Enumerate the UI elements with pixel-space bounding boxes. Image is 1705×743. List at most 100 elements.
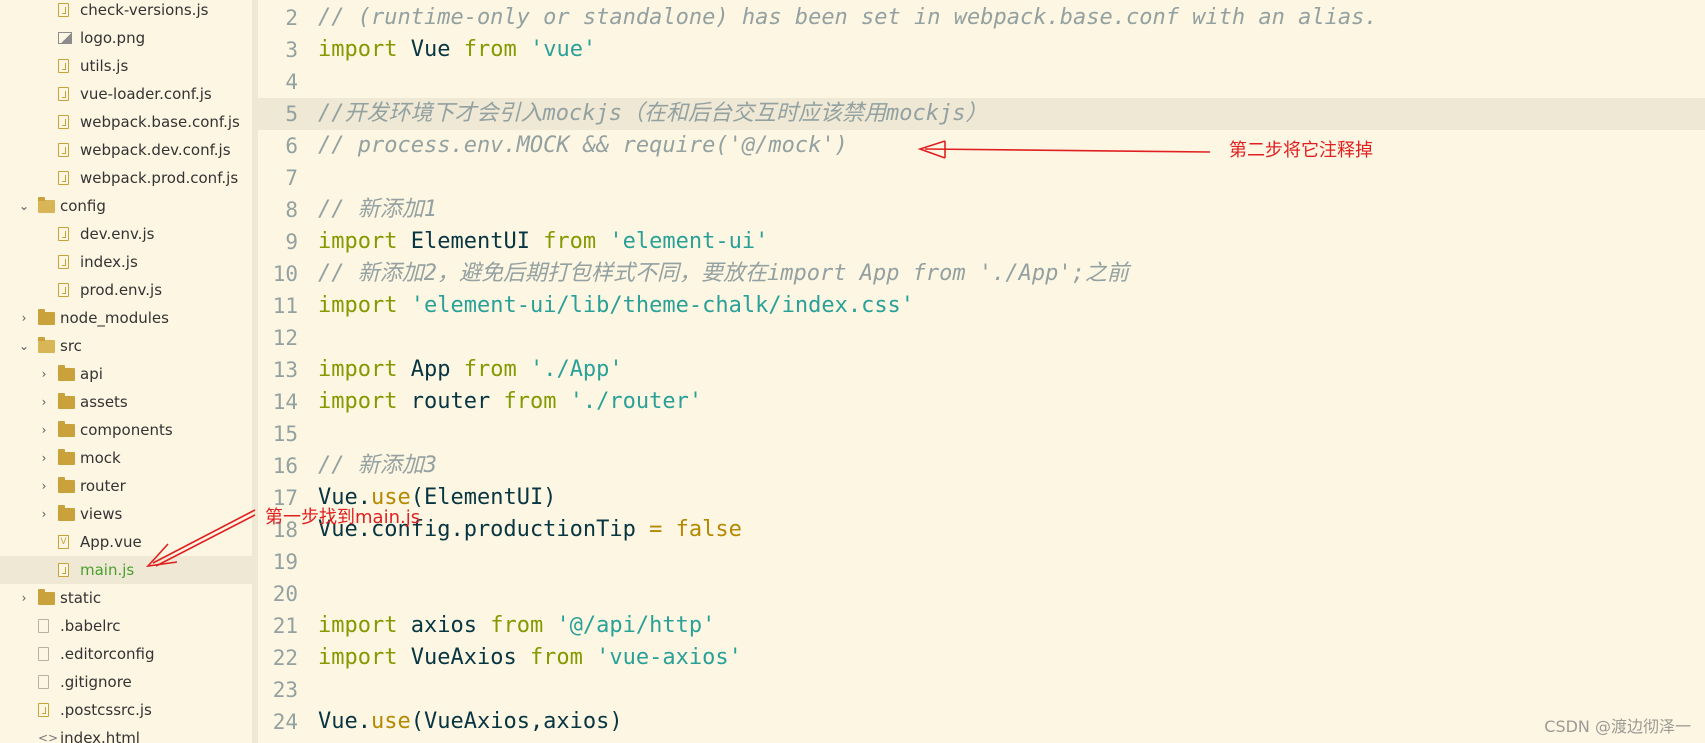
chevron-down-icon[interactable]: ⌄	[18, 192, 30, 220]
line-number: 15	[272, 422, 298, 446]
chevron-right-icon[interactable]: ›	[18, 584, 30, 612]
code-line-3[interactable]: 3 import Vue from 'vue'	[258, 34, 1705, 66]
code-text: // 新添加1	[318, 197, 437, 222]
tree-item-babelrc[interactable]: .babelrc	[0, 612, 252, 640]
js-file-icon	[58, 283, 69, 297]
code-line-24[interactable]: 24 Vue.use(VueAxios,axios)	[258, 706, 1705, 738]
code-line-10[interactable]: 10 // 新添加2，避免后期打包样式不同，要放在import App from …	[258, 258, 1705, 290]
tree-item-label: webpack.base.conf.js	[80, 113, 240, 131]
tree-item-postcssrc-js[interactable]: .postcssrc.js	[0, 696, 252, 724]
tree-item-node-modules[interactable]: › node_modules	[0, 304, 252, 332]
js-file-icon	[58, 59, 69, 73]
code-line-14[interactable]: 14 import router from './router'	[258, 386, 1705, 418]
code-line-20[interactable]: 20	[258, 578, 1705, 610]
js-file-icon	[58, 143, 69, 157]
code-line-4[interactable]: 4	[258, 66, 1705, 98]
tree-item-label: webpack.prod.conf.js	[80, 169, 239, 187]
tree-item-logo-png[interactable]: logo.png	[0, 24, 252, 52]
line-number: 23	[272, 678, 298, 702]
code-editor[interactable]: 2 // (runtime-only or standalone) has bee…	[258, 0, 1705, 743]
code-line-9[interactable]: 9 import ElementUI from 'element-ui'	[258, 226, 1705, 258]
code-line-8[interactable]: 8 // 新添加1	[258, 194, 1705, 226]
code-line-6[interactable]: 6 // process.env.MOCK && require('@/mock'…	[258, 130, 1705, 162]
tree-item-webpack-prod-conf-js[interactable]: webpack.prod.conf.js	[0, 164, 252, 192]
tree-item-label: .babelrc	[60, 617, 121, 635]
chevron-right-icon[interactable]: ›	[38, 500, 50, 528]
tree-item-webpack-base-conf-js[interactable]: webpack.base.conf.js	[0, 108, 252, 136]
chevron-right-icon[interactable]: ›	[38, 388, 50, 416]
code-line-15[interactable]: 15	[258, 418, 1705, 450]
code-text: // process.env.MOCK && require('@/mock')	[318, 133, 848, 158]
tree-item-label: .postcssrc.js	[60, 701, 152, 719]
chevron-right-icon[interactable]: ›	[38, 416, 50, 444]
tree-item-main-js[interactable]: main.js	[0, 556, 252, 584]
code-text: import router from './router'	[318, 389, 703, 414]
code-line-12[interactable]: 12	[258, 322, 1705, 354]
tree-item-index-js[interactable]: index.js	[0, 248, 252, 276]
tree-item-prod-env-js[interactable]: prod.env.js	[0, 276, 252, 304]
tree-item-label: components	[80, 421, 173, 439]
tree-item-label: assets	[80, 393, 128, 411]
tree-item-components[interactable]: › components	[0, 416, 252, 444]
tree-item-router[interactable]: › router	[0, 472, 252, 500]
code-line-19[interactable]: 19	[258, 546, 1705, 578]
line-number: 21	[272, 614, 298, 638]
tree-item-mock[interactable]: › mock	[0, 444, 252, 472]
js-file-icon	[58, 227, 69, 241]
chevron-right-icon[interactable]: ›	[38, 444, 50, 472]
tree-item-app-vue[interactable]: V App.vue	[0, 528, 252, 556]
code-line-7[interactable]: 7	[258, 162, 1705, 194]
code-line-13[interactable]: 13 import App from './App'	[258, 354, 1705, 386]
tree-item-check-versions-js[interactable]: check-versions.js	[0, 0, 252, 24]
folder-icon	[58, 477, 75, 493]
tree-item-index-html[interactable]: <> index.html	[0, 724, 252, 743]
tree-item-config[interactable]: ⌄ config	[0, 192, 252, 220]
tree-item-editorconfig[interactable]: .editorconfig	[0, 640, 252, 668]
tree-item-utils-js[interactable]: utils.js	[0, 52, 252, 80]
tree-item-api[interactable]: › api	[0, 360, 252, 388]
folder-icon	[58, 421, 75, 437]
js-file-icon	[58, 171, 69, 185]
js-file-icon	[58, 255, 69, 269]
tree-item-vue-loader-conf-js[interactable]: vue-loader.conf.js	[0, 80, 252, 108]
line-number: 2	[285, 6, 298, 30]
code-text: Vue.use(VueAxios,axios)	[318, 709, 623, 734]
code-line-18[interactable]: 18 Vue.config.productionTip = false	[258, 514, 1705, 546]
line-number: 4	[285, 70, 298, 94]
tree-item-label: webpack.dev.conf.js	[80, 141, 231, 159]
chevron-right-icon[interactable]: ›	[18, 304, 30, 332]
tree-item-gitignore[interactable]: .gitignore	[0, 668, 252, 696]
code-line-5[interactable]: 5 //开发环境下才会引入mockjs（在和后台交互时应该禁用mockjs）	[258, 98, 1705, 130]
code-line-11[interactable]: 11 import 'element-ui/lib/theme-chalk/ind…	[258, 290, 1705, 322]
folder-icon	[58, 393, 75, 409]
tree-item-label: utils.js	[80, 57, 129, 75]
code-line-17[interactable]: 17 Vue.use(ElementUI)	[258, 482, 1705, 514]
code-line-2[interactable]: 2 // (runtime-only or standalone) has bee…	[258, 2, 1705, 34]
html-file-icon: <>	[38, 731, 59, 743]
tree-item-views[interactable]: › views	[0, 500, 252, 528]
chevron-right-icon[interactable]: ›	[38, 472, 50, 500]
folder-icon	[38, 309, 55, 325]
tree-item-label: main.js	[80, 561, 135, 579]
code-line-16[interactable]: 16 // 新添加3	[258, 450, 1705, 482]
code-text: // 新添加3	[318, 453, 437, 478]
tree-item-static[interactable]: › static	[0, 584, 252, 612]
chevron-right-icon[interactable]: ›	[38, 360, 50, 388]
code-line-22[interactable]: 22 import VueAxios from 'vue-axios'	[258, 642, 1705, 674]
tree-item-dev-env-js[interactable]: dev.env.js	[0, 220, 252, 248]
js-file-icon	[58, 87, 69, 101]
tree-item-assets[interactable]: › assets	[0, 388, 252, 416]
file-icon	[38, 675, 49, 689]
line-number: 19	[272, 550, 298, 574]
code-line-21[interactable]: 21 import axios from '@/api/http'	[258, 610, 1705, 642]
code-text: import 'element-ui/lib/theme-chalk/index…	[318, 293, 915, 318]
tree-item-webpack-dev-conf-js[interactable]: webpack.dev.conf.js	[0, 136, 252, 164]
tree-item-label: views	[80, 505, 123, 523]
chevron-down-icon[interactable]: ⌄	[18, 332, 30, 360]
tree-item-src[interactable]: ⌄ src	[0, 332, 252, 360]
tree-item-label: .gitignore	[60, 673, 132, 691]
tree-item-label: api	[80, 365, 103, 383]
watermark: CSDN @渡边彻泽一	[1544, 717, 1691, 736]
code-line-23[interactable]: 23	[258, 674, 1705, 706]
tree-item-label: router	[80, 477, 126, 495]
